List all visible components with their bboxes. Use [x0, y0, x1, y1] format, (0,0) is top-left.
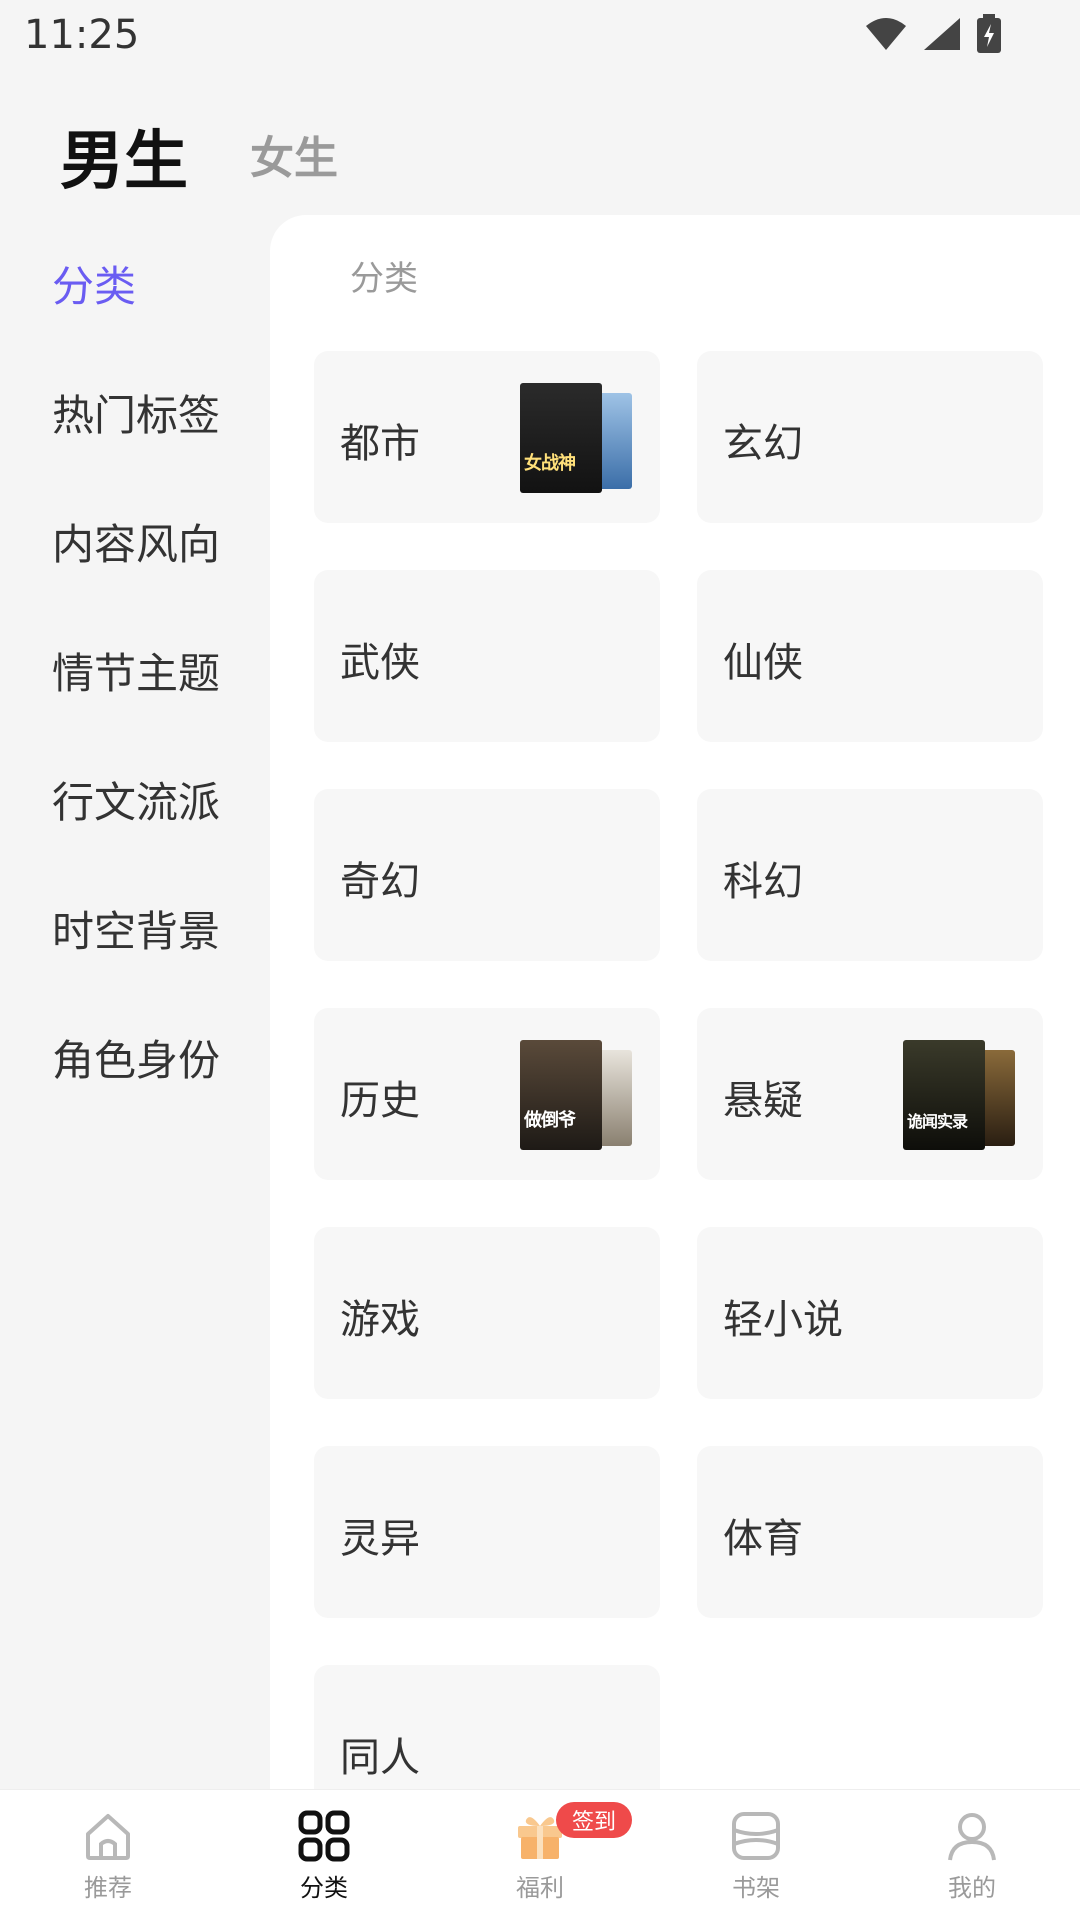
sidebar-item-plot-theme[interactable]: 情节主题	[52, 640, 220, 701]
nav-bookshelf[interactable]: 书架	[686, 1808, 826, 1903]
home-icon	[86, 1814, 130, 1860]
nav-profile[interactable]: 我的	[902, 1808, 1042, 1903]
battery-icon	[977, 14, 1001, 53]
nav-category[interactable]: 分类	[254, 1808, 394, 1903]
sidebar-item-writing-genre[interactable]: 行文流派	[52, 769, 220, 830]
category-label: 同人	[340, 1735, 420, 1781]
bookshelf-icon	[732, 1812, 780, 1860]
book-cover-thumbnails: 做倒爷	[520, 1040, 632, 1150]
grid-icon	[298, 1810, 350, 1862]
category-card-supernatural[interactable]: 灵异	[314, 1446, 660, 1618]
category-label: 体育	[723, 1516, 803, 1562]
nav-label: 分类	[300, 1874, 348, 1902]
book-cover: 女战神	[520, 383, 602, 493]
category-card-magic[interactable]: 奇幻	[314, 789, 660, 961]
category-label: 奇幻	[340, 859, 420, 905]
tab-male[interactable]: 男生	[60, 110, 188, 202]
nav-recommend[interactable]: 推荐	[38, 1808, 178, 1903]
book-cover: 诡闻实录	[903, 1040, 985, 1150]
gender-tabs: 男生 女生	[0, 100, 1080, 200]
book-cover-thumbnails: 诡闻实录	[903, 1040, 1015, 1150]
category-card-light-novel[interactable]: 轻小说	[697, 1227, 1043, 1399]
category-label: 悬疑	[723, 1078, 803, 1124]
cover-title: 做倒爷	[524, 1110, 576, 1131]
nav-benefits[interactable]: 福利 签到	[470, 1802, 633, 1903]
category-sidebar: 分类 热门标签 内容风向 情节主题 行文流派 时空背景 角色身份	[0, 215, 270, 1789]
category-panel: 分类 都市 女战神 玄幻 武侠 仙侠 奇幻 科幻 历史 做倒爷 悬疑 诡闻实录 …	[270, 215, 1080, 1789]
category-card-urban[interactable]: 都市 女战神	[314, 351, 660, 523]
category-card-martial-arts[interactable]: 武侠	[314, 570, 660, 742]
category-label: 历史	[340, 1078, 420, 1124]
sidebar-item-content-trend[interactable]: 内容风向	[52, 511, 220, 572]
profile-icon	[948, 1813, 996, 1861]
category-card-sports[interactable]: 体育	[697, 1446, 1043, 1618]
category-label: 科幻	[723, 859, 803, 905]
category-label: 游戏	[340, 1297, 420, 1343]
category-card-fan-fiction[interactable]: 同人	[314, 1665, 660, 1789]
cover-title: 诡闻实录	[907, 1112, 968, 1131]
sidebar-item-setting[interactable]: 时空背景	[52, 898, 220, 959]
category-label: 都市	[340, 421, 420, 467]
category-card-xianxia[interactable]: 仙侠	[697, 570, 1043, 742]
sidebar-item-character-role[interactable]: 角色身份	[52, 1027, 220, 1088]
category-card-history[interactable]: 历史 做倒爷	[314, 1008, 660, 1180]
nav-label: 书架	[732, 1874, 780, 1902]
nav-label: 福利	[516, 1874, 564, 1902]
checkin-badge: 签到	[556, 1802, 633, 1838]
section-title: 分类	[350, 259, 418, 299]
category-label: 轻小说	[723, 1297, 843, 1343]
category-label: 仙侠	[723, 640, 803, 686]
category-card-game[interactable]: 游戏	[314, 1227, 660, 1399]
signal-icon	[924, 18, 960, 50]
nav-label: 我的	[948, 1874, 996, 1902]
category-label: 灵异	[340, 1516, 420, 1562]
category-card-scifi[interactable]: 科幻	[697, 789, 1043, 961]
cover-title: 女战神	[524, 453, 576, 474]
category-card-fantasy[interactable]: 玄幻	[697, 351, 1043, 523]
status-time: 11:25	[24, 12, 140, 58]
sidebar-item-hot-tags[interactable]: 热门标签	[52, 382, 220, 443]
wifi-icon	[866, 18, 906, 50]
book-cover-thumbnails: 女战神	[520, 383, 632, 493]
nav-label: 推荐	[84, 1874, 132, 1902]
status-bar: 11:25	[0, 0, 1080, 72]
category-card-mystery[interactable]: 悬疑 诡闻实录	[697, 1008, 1043, 1180]
category-label: 武侠	[340, 640, 420, 686]
book-cover: 做倒爷	[520, 1040, 602, 1150]
status-icons	[864, 14, 1002, 54]
category-label: 玄幻	[723, 421, 803, 467]
bottom-nav: 推荐 分类 福利 签到 书架 我的	[0, 1789, 1080, 1921]
tab-female[interactable]: 女生	[250, 122, 338, 186]
sidebar-item-category[interactable]: 分类	[52, 253, 136, 314]
